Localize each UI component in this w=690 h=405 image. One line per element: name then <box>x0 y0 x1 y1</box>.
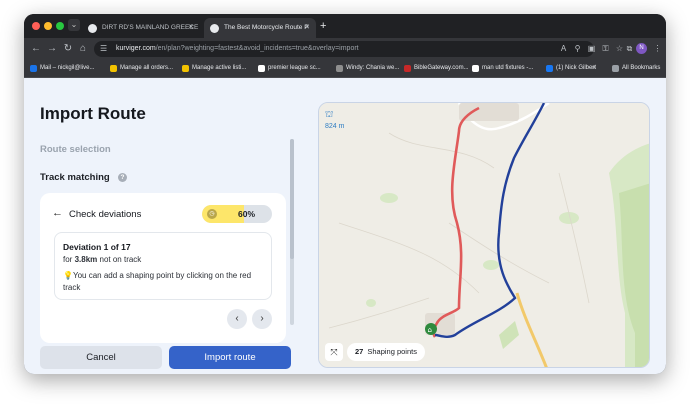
ebay-icon <box>110 65 117 72</box>
search-icon[interactable]: ⚲ <box>572 43 583 54</box>
import-route-button[interactable]: Import route <box>169 346 291 369</box>
bookmarks-more[interactable]: » <box>592 60 595 77</box>
profile-avatar[interactable]: N <box>636 43 647 54</box>
progress-percent: 60% <box>238 209 256 219</box>
route-map[interactable]: ⌂ ⛫ 824 m ⤧ 27 Shaping points <box>318 102 650 368</box>
browser-window: ⌄ DIRT RD'S MAINLAND GREECE ✕ The Best M… <box>24 14 666 374</box>
biblegateway-icon <box>404 65 411 72</box>
check-deviations-label: Check deviations <box>69 209 142 220</box>
password-key-icon[interactable]: ⚿ <box>600 43 611 54</box>
mail-icon <box>30 65 37 72</box>
windy-icon <box>336 65 343 72</box>
next-deviation-button[interactable]: › <box>252 309 272 329</box>
forward-icon[interactable]: → <box>46 42 58 56</box>
bookmark-item[interactable]: Manage active listi... <box>182 60 246 77</box>
elevation-icon: ⛫ <box>325 109 334 119</box>
close-tab-icon[interactable]: ✕ <box>188 18 194 38</box>
field-patch <box>483 260 499 270</box>
close-window-button[interactable] <box>32 22 40 30</box>
bookmark-item[interactable]: Mail – nickgil@live... <box>30 60 94 77</box>
bookmark-item[interactable]: man utd fixtures -... <box>472 60 533 77</box>
tab-title: DIRT RD'S MAINLAND GREECE <box>102 24 199 31</box>
deviation-title: Deviation 1 of 17 <box>63 242 131 252</box>
zoom-window-button[interactable] <box>56 22 64 30</box>
home-icon[interactable]: ⌂ <box>77 42 89 56</box>
address-toolbar: ← → ↻ ⌂ ☰ kurviger.com/en/plan?weighting… <box>24 38 666 60</box>
step-track-matching: Track matching <box>40 172 110 183</box>
page-title: Import Route <box>40 104 146 123</box>
site-info-icon[interactable]: ☰ <box>100 44 110 54</box>
cast-icon[interactable]: ▣ <box>586 43 597 54</box>
reload-icon[interactable]: ↻ <box>62 42 74 56</box>
field-patch <box>380 193 398 203</box>
facebook-icon <box>546 65 553 72</box>
folder-icon <box>612 65 619 72</box>
elevation-value: 824 m <box>325 123 345 130</box>
minimize-window-button[interactable] <box>44 22 52 30</box>
globe-icon <box>210 24 219 33</box>
field-patch <box>366 299 376 307</box>
tab-title: The Best Motorcycle Route P <box>224 24 309 31</box>
clock-icon: ◷ <box>207 209 217 219</box>
deviation-distance: for 3.8km not on track <box>63 255 142 264</box>
bookmark-item[interactable]: BibleGateway.com... <box>404 60 469 77</box>
all-bookmarks[interactable]: All Bookmarks <box>612 60 660 77</box>
bookmarks-bar: Mail – nickgil@live... Manage all orders… <box>24 60 666 78</box>
tab-dirt-rds[interactable]: DIRT RD'S MAINLAND GREECE ✕ <box>82 18 200 38</box>
extensions-icon[interactable]: ⧉ <box>624 43 635 54</box>
bookmark-item[interactable]: (1) Nick Gilbert <box>546 60 596 77</box>
close-tab-icon[interactable]: ✕ <box>304 18 310 38</box>
shaping-points-pill[interactable]: 27 Shaping points <box>347 343 425 361</box>
bookmark-item[interactable]: premier league sc... <box>258 60 321 77</box>
kurviger-page: Import Route Route selection Track match… <box>24 78 666 374</box>
help-icon[interactable]: ? <box>118 173 127 182</box>
lightbulb-icon: 💡 <box>63 271 73 280</box>
menu-kebab-icon[interactable]: ⋮ <box>652 43 663 54</box>
previous-deviation-button[interactable]: ‹ <box>227 309 247 329</box>
bookmark-item[interactable]: Manage all orders... <box>110 60 173 77</box>
town-area <box>459 103 519 121</box>
new-tab-button[interactable]: + <box>320 18 326 34</box>
step-route-selection[interactable]: Route selection <box>40 144 111 155</box>
fit-bounds-icon[interactable]: ⤧ <box>325 343 343 361</box>
globe-icon <box>88 24 97 33</box>
deviation-hint: 💡You can add a shaping point by clicking… <box>63 271 252 292</box>
tab-kurviger[interactable]: The Best Motorcycle Route P ✕ <box>204 18 316 38</box>
progress-bar: ◷ 60% <box>202 205 272 223</box>
back-icon[interactable]: ← <box>30 42 42 56</box>
panel-scroll-thumb[interactable] <box>290 139 294 259</box>
bookmark-item[interactable]: Windy: Chania we... <box>336 60 399 77</box>
translate-icon[interactable]: A <box>558 43 569 54</box>
home-icon: ⌂ <box>428 326 432 334</box>
tab-search-icon[interactable]: ⌄ <box>68 19 80 31</box>
map-canvas[interactable]: ⌂ <box>319 103 650 368</box>
url-text: kurviger.com/en/plan?weighting=fastest&a… <box>116 45 359 52</box>
ebay-icon <box>182 65 189 72</box>
address-bar[interactable]: ☰ kurviger.com/en/plan?weighting=fastest… <box>94 41 594 57</box>
cancel-button[interactable]: Cancel <box>40 346 162 369</box>
back-arrow-icon[interactable]: ← <box>52 207 63 219</box>
tab-strip: ⌄ DIRT RD'S MAINLAND GREECE ✕ The Best M… <box>24 14 666 38</box>
google-icon <box>472 65 479 72</box>
google-icon <box>258 65 265 72</box>
